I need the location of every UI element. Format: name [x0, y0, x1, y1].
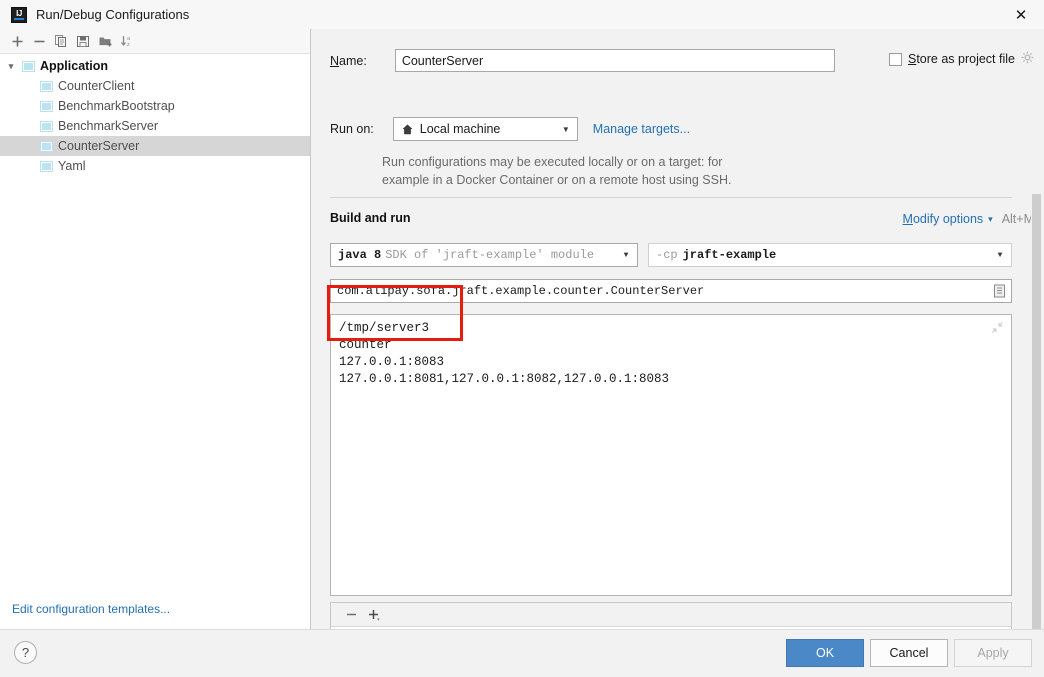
- window-title: Run/Debug Configurations: [36, 7, 190, 22]
- jdk-dropdown[interactable]: java 8 SDK of 'jraft-example' module ▼: [330, 243, 638, 267]
- chevron-down-icon[interactable]: ▼: [615, 244, 637, 266]
- jdk-and-classpath-row: java 8 SDK of 'jraft-example' module ▼ -…: [330, 243, 1012, 267]
- tree-node-benchmarkbootstrap[interactable]: BenchmarkBootstrap: [0, 96, 310, 116]
- tree-node-counterserver[interactable]: CounterServer: [0, 136, 310, 156]
- run-on-label: Run on:: [330, 122, 374, 136]
- name-input[interactable]: [394, 49, 835, 72]
- modify-options-shortcut: Alt+M: [1001, 212, 1034, 226]
- chevron-down-icon[interactable]: ▼: [555, 118, 577, 140]
- chevron-down-icon[interactable]: ▾: [0, 61, 22, 72]
- form-scrollbar[interactable]: [1031, 194, 1042, 649]
- run-on-helper-text: Run configurations may be executed local…: [382, 153, 882, 189]
- copy-icon[interactable]: [50, 30, 72, 52]
- store-as-project-file-label: Store as project file: [907, 52, 1015, 66]
- program-arguments-text: /tmp/server3 counter 127.0.0.1:8083 127.…: [339, 321, 670, 386]
- tree-node-yaml[interactable]: Yaml: [0, 156, 310, 176]
- tree-node-benchmarkserver[interactable]: BenchmarkServer: [0, 116, 310, 136]
- helper-line-1: Run configurations may be executed local…: [382, 155, 723, 169]
- intellij-idea-icon: [11, 6, 27, 23]
- tree-node-counterclient[interactable]: CounterClient: [0, 76, 310, 96]
- main-class-field[interactable]: [330, 279, 1012, 303]
- modify-options-link[interactable]: Modify options: [903, 212, 984, 226]
- title-bar: Run/Debug Configurations ✕: [0, 0, 1044, 30]
- save-icon[interactable]: [72, 30, 94, 52]
- panel-gutter: [312, 29, 325, 630]
- dialog-footer: ? OK Cancel Apply: [0, 629, 1044, 677]
- chevron-down-icon[interactable]: ▼: [989, 244, 1011, 266]
- jdk-description: SDK of 'jraft-example' module: [385, 248, 595, 262]
- tree-node-label: Application: [40, 59, 109, 73]
- classpath-dropdown[interactable]: -cp jraft-example ▼: [648, 243, 1012, 267]
- close-icon[interactable]: ✕: [998, 0, 1044, 29]
- folder-add-icon[interactable]: [94, 30, 116, 52]
- application-node-icon: [40, 80, 53, 92]
- minus-icon[interactable]: [28, 30, 50, 52]
- scrollbar-thumb[interactable]: [1032, 194, 1041, 649]
- configuration-form: Name: Store as project file Run on: Loca…: [325, 29, 1044, 659]
- run-debug-configurations-dialog: Run/Debug Configurations ✕: [0, 0, 1044, 677]
- class-chooser-icon[interactable]: [987, 284, 1011, 298]
- application-node-icon: [40, 100, 53, 112]
- sidebar-toolbar: a z: [0, 29, 310, 54]
- application-node-icon: [40, 140, 53, 152]
- home-icon: [401, 123, 414, 136]
- main-class-input[interactable]: [331, 283, 987, 299]
- classpath-module: jraft-example: [682, 248, 777, 262]
- tree-node-label: BenchmarkBootstrap: [58, 99, 175, 113]
- store-as-project-file-checkbox[interactable]: [888, 52, 902, 66]
- configurations-sidebar: a z ▾ Application CounterClient Benchmar…: [0, 29, 311, 630]
- program-arguments-field[interactable]: /tmp/server3 counter 127.0.0.1:8083 127.…: [330, 314, 1012, 596]
- minus-icon[interactable]: [339, 604, 363, 626]
- gear-icon[interactable]: [1021, 51, 1034, 67]
- application-node-icon: [40, 160, 53, 172]
- chevron-down-icon[interactable]: ▾: [988, 214, 993, 225]
- application-node-icon: [22, 60, 35, 72]
- run-on-value: Local machine: [419, 122, 501, 136]
- configurations-tree: ▾ Application CounterClient BenchmarkBoo…: [0, 54, 310, 176]
- apply-button: Apply: [954, 639, 1032, 667]
- help-button[interactable]: ?: [14, 641, 37, 664]
- name-label: Name:: [330, 53, 367, 68]
- build-and-run-title: Build and run: [330, 211, 411, 225]
- ok-button[interactable]: OK: [786, 639, 864, 667]
- helper-line-2: example in a Docker Container or on a re…: [382, 173, 732, 187]
- svg-text:z: z: [127, 42, 130, 48]
- sort-alpha-down-icon[interactable]: a z: [116, 30, 138, 52]
- manage-targets-link[interactable]: Manage targets...: [593, 122, 690, 136]
- store-as-project-file-row[interactable]: Store as project file: [888, 51, 1034, 67]
- shrink-expand-icon[interactable]: [991, 321, 1004, 337]
- tree-node-label: CounterClient: [58, 79, 135, 93]
- edit-configuration-templates-link[interactable]: Edit configuration templates...: [12, 602, 170, 616]
- plus-icon[interactable]: [6, 30, 28, 52]
- plus-dropdown-icon[interactable]: [363, 604, 387, 626]
- tree-node-application[interactable]: ▾ Application: [0, 56, 310, 76]
- application-node-icon: [40, 120, 53, 132]
- section-divider: [330, 197, 1012, 198]
- tree-node-label: CounterServer: [58, 139, 140, 153]
- jdk-name: java 8: [338, 248, 382, 262]
- cancel-button[interactable]: Cancel: [870, 639, 948, 667]
- tree-node-label: BenchmarkServer: [58, 119, 159, 133]
- list-toolbar: [331, 603, 1011, 627]
- classpath-flag: -cp: [656, 248, 678, 262]
- run-on-row: Run on: Local machine ▼ Manage targets..…: [330, 117, 690, 141]
- run-on-dropdown[interactable]: Local machine ▼: [392, 117, 578, 141]
- modify-options-row: Modify options ▾ Alt+M: [903, 212, 1034, 226]
- tree-node-label: Yaml: [58, 159, 86, 173]
